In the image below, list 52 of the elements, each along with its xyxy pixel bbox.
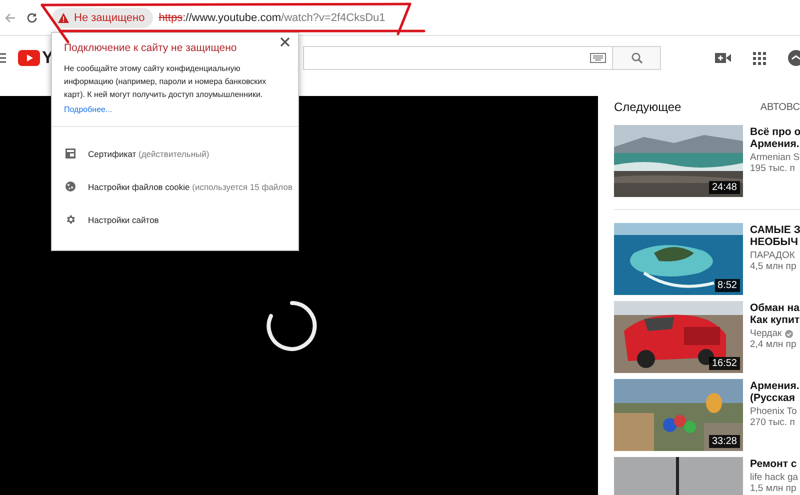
channel-name: ПАРАДОК bbox=[750, 250, 795, 261]
search-icon bbox=[630, 52, 642, 64]
channel-name: Armenian S bbox=[750, 152, 800, 163]
logo-icon bbox=[18, 50, 40, 66]
certificate-icon bbox=[65, 148, 76, 159]
apps-grid-icon[interactable] bbox=[753, 52, 766, 64]
view-count: 270 тыс. п bbox=[750, 417, 796, 428]
cookie-icon bbox=[65, 181, 76, 192]
details-link[interactable]: Подробнее... bbox=[64, 105, 112, 114]
popup-menu-item[interactable]: Настройки файлов cookie (используется 15 файлов bbox=[52, 170, 298, 203]
reload-icon[interactable] bbox=[26, 12, 38, 24]
view-count: 195 тыс. п bbox=[750, 163, 796, 174]
video-title: Армения. bbox=[750, 380, 800, 392]
close-button[interactable] bbox=[280, 37, 292, 49]
search-field[interactable] bbox=[303, 46, 613, 70]
settings-icon bbox=[65, 214, 76, 225]
warning-icon bbox=[58, 12, 69, 22]
loading-spinner-icon bbox=[266, 300, 318, 352]
channel-name: Чердак bbox=[750, 328, 782, 339]
popup-menu-item[interactable]: Настройки сайтов bbox=[52, 203, 298, 236]
channel-name: Phoenix To bbox=[750, 406, 797, 417]
view-count: 2,4 млн пр bbox=[750, 339, 798, 350]
autoplay-label: АВТОВС bbox=[760, 102, 800, 112]
security-chip[interactable]: Не защищено bbox=[52, 8, 153, 28]
video-title: САМЫЕ З bbox=[750, 224, 800, 236]
video-title: Армения. bbox=[750, 138, 800, 150]
video-item[interactable]: 16:52 Обман на Как купит Чердак 2,4 млн пр bbox=[614, 301, 800, 373]
video-title: Ремонт с bbox=[750, 458, 798, 470]
back-arrow-icon bbox=[4, 12, 16, 24]
video-title: (Русская bbox=[750, 392, 796, 404]
video-item[interactable]: 33:28 Армения. (Русская Phoenix To 270 тыс. п bbox=[614, 379, 800, 451]
video-title: НЕОБЫЧ bbox=[750, 236, 799, 248]
search-button[interactable] bbox=[613, 46, 661, 70]
channel-name: life hack ga bbox=[750, 472, 798, 483]
keyboard-icon bbox=[590, 53, 606, 63]
url-field[interactable]: https://www.youtube.com/watch?v=2f4CksDu1 bbox=[158, 12, 386, 24]
view-count: 4,5 млн пр bbox=[750, 261, 798, 272]
video-item[interactable]: 8:52 САМЫЕ З НЕОБЫЧ ПАРАДОК 4,5 млн пр bbox=[614, 223, 800, 295]
video-title: Всё про о bbox=[750, 126, 800, 138]
video-title: Обман на bbox=[750, 302, 800, 314]
duration-label: 8:52 bbox=[714, 279, 740, 292]
popup-title: Подключение к сайту не защищено bbox=[64, 42, 238, 54]
video-title: Как купит bbox=[750, 314, 800, 326]
duration-label: 16:52 bbox=[708, 357, 740, 370]
video-camera-icon[interactable] bbox=[715, 52, 731, 64]
popup-menu-item[interactable]: Сертификат (действительный) bbox=[52, 137, 298, 170]
up-next-heading: Следующее bbox=[614, 100, 682, 114]
duration-label: 33:28 bbox=[708, 435, 740, 448]
view-count: 1,5 млн пр bbox=[750, 483, 798, 494]
warning-message: Не сообщайте этому сайту конфиденциальную информацию (например, пароли и номера банковских карт). К ней могут получить доступ злоумышленники. bbox=[64, 63, 268, 101]
duration-label: 24:48 bbox=[708, 181, 740, 194]
video-item[interactable]: Ремонт с life hack ga 1,5 млн пр bbox=[614, 457, 800, 495]
